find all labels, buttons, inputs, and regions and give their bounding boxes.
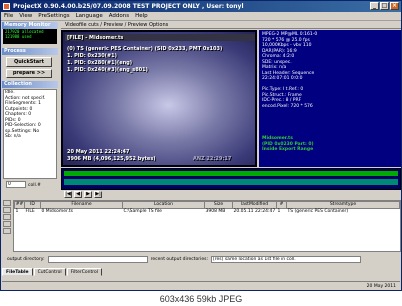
close-button[interactable]: ×: [390, 2, 399, 10]
timeline-panel: [61, 168, 401, 190]
col-header-id[interactable]: ID: [24, 201, 41, 209]
col-header-filename[interactable]: Filename: [40, 201, 123, 209]
tab-filetable[interactable]: FileTable: [2, 268, 33, 276]
stream-line[interactable]: (0) TS (generic PES Container) (SID 0x23…: [67, 46, 222, 52]
file-label[interactable]: [FILE] - Midsomer.ts: [67, 35, 123, 41]
stream-line[interactable]: 1. PID: 0x280(#1)(eng): [67, 60, 132, 66]
control-bar: |◀ ◀ ▶ ▶|: [61, 191, 401, 199]
memory-monitor: 217920 allocated 121988 used: [3, 29, 57, 44]
collection-title: Collection: [2, 81, 58, 88]
status-bar: 20 May 2011: [2, 281, 400, 290]
menu-bar: File View PreSettings Language Addons He…: [1, 12, 401, 21]
col-header-size[interactable]: Size: [204, 201, 233, 209]
add-file-icon[interactable]: [3, 200, 11, 206]
video-datetime: 20 May 2011 22:24:47: [67, 149, 130, 155]
app-window: ProjectX 0.90.4.00.b25/07.09.2008 TEST P…: [0, 0, 402, 291]
position-slider[interactable]: [64, 179, 398, 185]
cell-id: FILE: [24, 208, 41, 216]
menu-language[interactable]: Language: [76, 12, 103, 20]
coll-number-field[interactable]: 0: [6, 181, 26, 188]
output-directory-field[interactable]: [47, 256, 148, 263]
output-directory-label: output directory:: [7, 257, 45, 262]
memory-monitor-title: Memory Monitor: [2, 22, 58, 29]
coll-number-label: coll.#: [28, 183, 41, 188]
tab-cutcontrol[interactable]: CutControl: [33, 268, 66, 276]
collection-line: Sb: n/a: [5, 134, 21, 139]
menu-addons[interactable]: Addons: [109, 12, 129, 20]
video-size: 3906 MB (4,096,125,952 bytes): [67, 156, 156, 162]
maximize-button[interactable]: □: [380, 2, 389, 10]
prepare-button[interactable]: prepare >>: [6, 69, 52, 78]
minimize-button[interactable]: _: [370, 2, 379, 10]
recent-output-select[interactable]: [res] same location as 1st file in coll.: [211, 256, 362, 263]
last-frame-button[interactable]: ▶|: [94, 191, 102, 198]
left-panel: Memory Monitor 217920 allocated 121988 u…: [2, 22, 58, 198]
stream-line[interactable]: 1. PID: 0x230(#1): [67, 53, 117, 59]
window-title: ProjectX 0.90.4.00.b25/07.09.2008 TEST P…: [13, 3, 244, 10]
cell-size: 3908 MB: [204, 208, 233, 216]
cell-streamtype: TS (generic PES Container): [286, 208, 400, 216]
file-action-icons: [3, 200, 11, 234]
menu-file[interactable]: File: [4, 12, 13, 20]
menu-view[interactable]: View: [19, 12, 32, 20]
file-info-icon[interactable]: [3, 228, 11, 234]
process-title: Process: [2, 48, 58, 55]
memory-used: 121988 used: [5, 34, 32, 39]
col-header-location[interactable]: Location: [122, 201, 205, 209]
col-header-streamtype[interactable]: Streamtype: [286, 201, 400, 209]
viewer-tab[interactable]: Videofile cuts / Preview / Preview Optio…: [61, 22, 401, 29]
cell-count: 1: [276, 208, 287, 216]
first-frame-button[interactable]: |◀: [64, 191, 72, 198]
col-header-count[interactable]: #: [276, 201, 287, 209]
table-row[interactable]: 1 FILE 0 Midsomer.ts C:\Sample TS file 3…: [14, 208, 400, 216]
cut-slider[interactable]: [64, 171, 398, 176]
cell-location: C:\Sample TS file: [122, 208, 205, 216]
next-button[interactable]: ▶: [84, 191, 92, 198]
move-up-icon[interactable]: [3, 214, 11, 220]
quickstart-button[interactable]: QuickStart: [6, 57, 52, 67]
video-anz: ANZ 22:29:17: [193, 156, 232, 162]
menu-presettings[interactable]: PreSettings: [38, 12, 69, 20]
stream-line[interactable]: 1. PID: 0x240(#3)(eng_s801): [67, 67, 148, 73]
app-icon: [3, 3, 10, 10]
cell-filename: 0 Midsomer.ts: [40, 208, 123, 216]
collection-status: Idle. Action: not specif. FileSegments: …: [3, 89, 57, 179]
tab-filtercontrol[interactable]: FilterControl: [66, 268, 103, 276]
cell-index: 1: [14, 208, 25, 216]
move-down-icon[interactable]: [3, 221, 11, 227]
remove-file-icon[interactable]: [3, 207, 11, 213]
col-header-lastmodified[interactable]: lastModified: [232, 201, 277, 209]
menu-help[interactable]: Help: [135, 12, 148, 20]
info-export-range: Inside Export Range: [262, 147, 314, 152]
status-date: 20 May 2011: [366, 284, 396, 289]
image-caption: 603x436 59kb JPEG: [0, 292, 402, 306]
stream-info-panel: MPEG-2 MP@ML 0:161-0 720 * 576 @ 25.0 fp…: [259, 30, 401, 167]
bottom-tabs: FileTable CutControl FilterControl: [2, 268, 103, 276]
video-preview: [FILE] - Midsomer.ts (0) TS (generic PES…: [61, 30, 257, 167]
output-row: output directory: recent output director…: [1, 255, 401, 264]
recent-output-label: recent output directories:: [150, 257, 209, 262]
cell-lastmodified: 20.05.11 22:24:47: [232, 208, 277, 216]
col-header-index[interactable]: ##: [14, 201, 25, 209]
prev-button[interactable]: ◀: [74, 191, 82, 198]
title-bar: ProjectX 0.90.4.00.b25/07.09.2008 TEST P…: [1, 1, 401, 12]
file-table: ## ID Filename Location Size lastModifie…: [13, 200, 401, 252]
